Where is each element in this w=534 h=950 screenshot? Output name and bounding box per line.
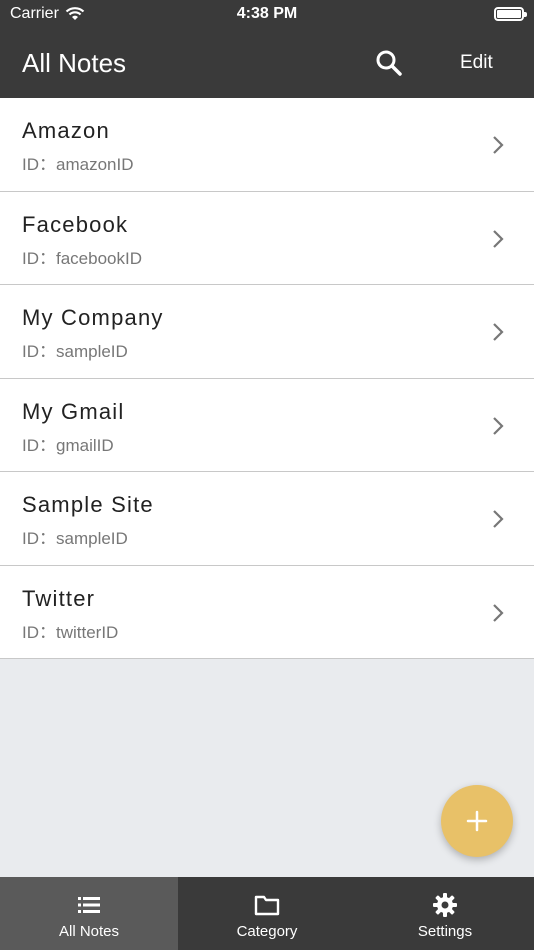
tab-bar: All Notes Category Settings [0,877,534,950]
status-left: Carrier [10,5,85,23]
note-id: ID：sampleID [22,529,128,548]
plus-icon [466,810,488,832]
chevron-right-icon [493,323,504,341]
list-item[interactable]: Twitter ID：twitterID [0,565,534,659]
navigation-bar: All Notes Edit [0,28,534,98]
tab-label: Settings [417,923,473,940]
tab-all-notes[interactable]: All Notes [0,877,178,950]
battery-icon [494,7,527,21]
note-title: My Gmail [22,398,125,424]
note-id: ID：gmailID [22,435,114,455]
tab-category[interactable]: Category [178,877,356,950]
list-item[interactable]: Amazon ID：amazonID [0,98,534,192]
note-id: ID：twitterID [22,622,119,642]
note-title: Facebook [22,211,129,237]
list-icon [78,897,100,913]
note-title: Sample Site [22,492,154,517]
notes-list: Amazon ID：amazonID Facebook ID：facebookI… [0,98,534,659]
folder-icon [254,895,280,916]
battery-level [497,10,521,18]
page-title: All Notes [22,47,127,78]
chevron-right-icon [493,136,504,154]
chevron-right-icon [493,510,504,528]
note-id: ID：sampleID [22,342,128,361]
chevron-right-icon [493,416,504,435]
wifi-icon [65,7,85,20]
tab-label: Category [236,923,298,940]
note-id: ID：facebookID [22,248,142,268]
gear-icon [433,893,457,917]
chevron-right-icon [493,603,504,622]
note-title: Twitter [22,585,96,611]
list-item[interactable]: Facebook ID：facebookID [0,191,534,285]
note-title: Amazon [22,118,110,143]
note-title: My Company [22,305,164,330]
chevron-right-icon [493,229,504,248]
note-id: ID：amazonID [22,155,134,174]
list-item[interactable]: My Gmail ID：gmailID [0,378,534,472]
tab-label: All Notes [58,923,120,940]
search-icon[interactable] [374,48,404,78]
status-bar: Carrier 4:38 PM [0,0,534,28]
carrier-label: Carrier [10,5,59,22]
tab-settings[interactable]: Settings [356,877,534,950]
edit-button[interactable]: Edit [460,52,493,74]
list-item[interactable]: Sample Site ID：sampleID [0,472,534,566]
list-item[interactable]: My Company ID：sampleID [0,285,534,379]
add-note-button[interactable] [441,785,513,857]
